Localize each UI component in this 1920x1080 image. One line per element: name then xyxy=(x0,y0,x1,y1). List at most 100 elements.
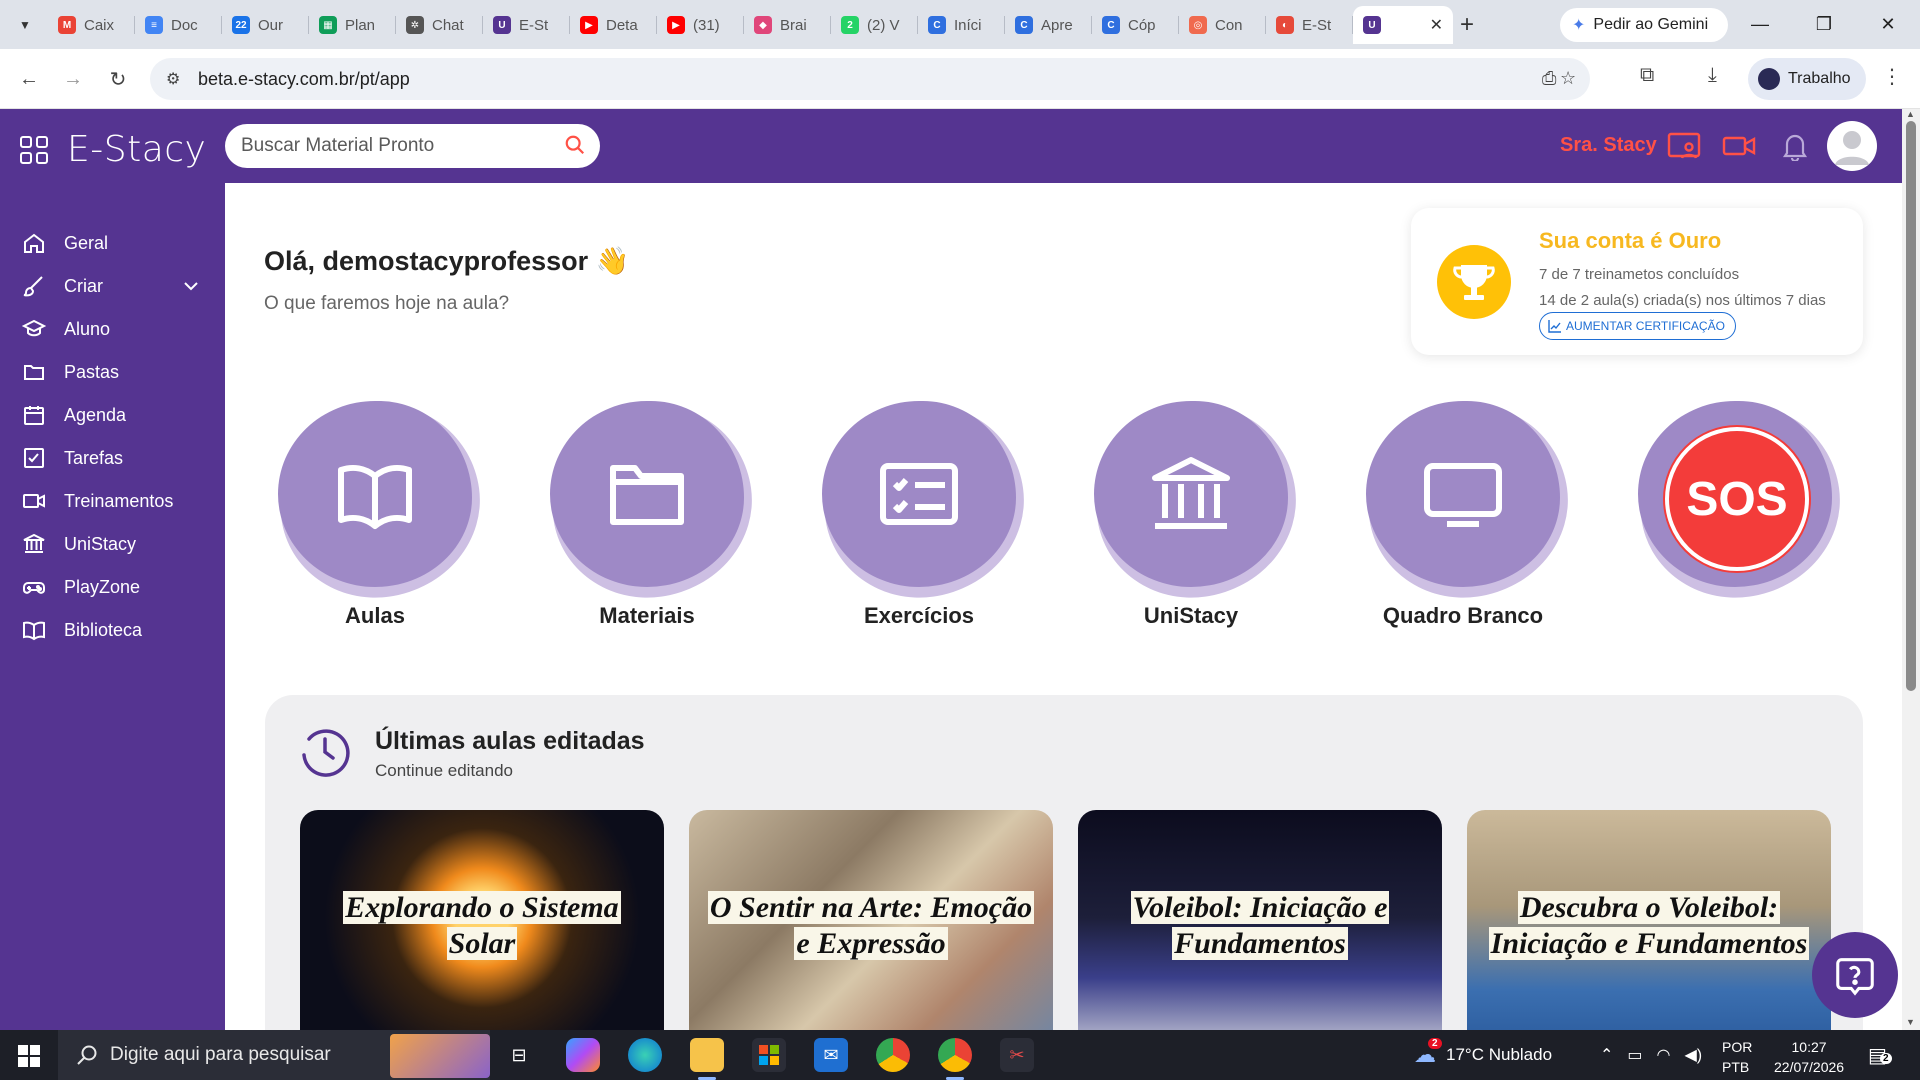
sidebar-item-tarefas[interactable]: Tarefas xyxy=(0,436,225,480)
bookmark-star-icon[interactable]: ☆ xyxy=(1560,68,1576,89)
browser-tab[interactable]: ◆ Brai xyxy=(744,6,831,44)
browser-tab[interactable]: U ✕ xyxy=(1353,6,1453,44)
quick-action-quadro-branco[interactable]: Quadro Branco xyxy=(1333,393,1581,628)
sidebar-item-treinamentos[interactable]: Treinamentos xyxy=(0,479,225,523)
scroll-up-arrow-icon[interactable]: ▲ xyxy=(1906,109,1915,119)
chrome-icon[interactable] xyxy=(876,1038,910,1072)
reload-icon[interactable]: ↻ xyxy=(103,64,133,94)
quick-action-label: Quadro Branco xyxy=(1382,603,1544,628)
sidebar-item-agenda[interactable]: Agenda xyxy=(0,393,225,437)
browser-tab[interactable]: ◐ E-St xyxy=(1266,6,1353,44)
user-name[interactable]: Sra. Stacy xyxy=(1560,134,1657,157)
search-input[interactable] xyxy=(241,134,561,158)
app-logo[interactable]: E-Stacy xyxy=(67,129,206,170)
browser-tab[interactable]: C Cóp xyxy=(1092,6,1179,44)
site-info-icon[interactable]: ⚙ xyxy=(166,69,180,89)
presentation-icon[interactable] xyxy=(1667,131,1701,161)
quick-action-materiais[interactable]: Materiais xyxy=(517,393,765,628)
taskbar-search-text: Digite aqui para pesquisar xyxy=(110,1044,331,1065)
sidebar-item-biblioteca[interactable]: Biblioteca xyxy=(0,608,225,652)
profile-button[interactable]: Trabalho xyxy=(1748,58,1866,100)
browser-tab[interactable]: M Caix xyxy=(48,6,135,44)
restore-icon[interactable]: ❐ xyxy=(1792,0,1856,49)
weather-widget[interactable]: ☁ 2 17°C Nublado xyxy=(1414,1030,1552,1080)
tab-title: Doc xyxy=(171,16,198,34)
lesson-card[interactable]: Voleibol: Iniciação e Fundamentos xyxy=(1078,810,1442,1030)
omnibox[interactable]: ⚙ beta.e-stacy.com.br/pt/app ⎙ ☆ xyxy=(150,58,1590,100)
recent-lessons-panel: Últimas aulas editadas Continue editando… xyxy=(265,695,1863,1030)
minimize-icon[interactable]: — xyxy=(1728,0,1792,49)
quick-action-exercicios[interactable]: Exercícios xyxy=(789,393,1037,628)
outlook-icon[interactable]: ✉ xyxy=(814,1038,848,1072)
tab-search-chevron-icon[interactable]: ▼ xyxy=(12,12,38,38)
sos-button[interactable]: SOS xyxy=(1605,393,1853,623)
tab-title: Plan xyxy=(345,16,376,34)
video-camera-icon[interactable] xyxy=(1722,131,1756,161)
input-language[interactable]: POR PTB xyxy=(1722,1037,1752,1077)
lesson-card[interactable]: Explorando o Sistema Solar xyxy=(300,810,664,1030)
quick-action-aulas[interactable]: Aulas xyxy=(245,393,493,628)
browser-tab[interactable]: ◎ Con xyxy=(1179,6,1266,44)
browser-tab[interactable]: 2 (2) V xyxy=(831,6,918,44)
page-scrollbar[interactable]: ▲ ▼ xyxy=(1902,109,1920,1030)
snipping-tool-icon[interactable]: ✂ xyxy=(1000,1038,1034,1072)
edge-icon[interactable] xyxy=(628,1038,662,1072)
url-text[interactable]: beta.e-stacy.com.br/pt/app xyxy=(198,69,410,90)
tab-title: Iníci xyxy=(954,16,982,34)
taskbar-search[interactable]: Digite aqui para pesquisar xyxy=(58,1030,490,1080)
sidebar-item-unistacy[interactable]: UniStacy xyxy=(0,522,225,566)
install-app-icon[interactable]: ⎙ xyxy=(1542,68,1556,89)
forward-arrow-icon[interactable]: → xyxy=(58,64,88,94)
battery-icon[interactable]: ▭ xyxy=(1627,1045,1642,1065)
scrollbar-thumb[interactable] xyxy=(1906,121,1916,691)
browser-tab[interactable]: ▶ (31) xyxy=(657,6,744,44)
new-tab-button[interactable]: + xyxy=(1452,10,1482,40)
increase-certification-button[interactable]: AUMENTAR CERTIFICAÇÃO xyxy=(1539,312,1736,340)
close-tab-icon[interactable]: ✕ xyxy=(1430,15,1443,35)
browser-tab[interactable]: ▶ Deta xyxy=(570,6,657,44)
volume-icon[interactable]: ◀) xyxy=(1685,1045,1703,1065)
recent-lessons-subtitle: Continue editando xyxy=(375,761,514,780)
quick-action-label: Materiais xyxy=(599,603,695,628)
file-explorer-icon[interactable] xyxy=(690,1038,724,1080)
notification-bell-icon[interactable] xyxy=(1778,131,1812,161)
search-icon[interactable] xyxy=(564,134,586,156)
copilot-icon[interactable] xyxy=(566,1038,600,1072)
browser-menu-icon[interactable]: ⋮ xyxy=(1882,64,1902,89)
avatar[interactable] xyxy=(1827,121,1877,171)
chrome-profile-icon[interactable] xyxy=(938,1038,972,1080)
lesson-card[interactable]: Descubra o Voleibol: Iniciação e Fundame… xyxy=(1467,810,1831,1030)
browser-tab[interactable]: C Apre xyxy=(1005,6,1092,44)
close-window-icon[interactable]: ✕ xyxy=(1856,0,1920,49)
downloads-icon[interactable]: ⤓ xyxy=(1708,64,1717,87)
ms-store-icon[interactable] xyxy=(752,1038,786,1072)
windows-start-icon[interactable] xyxy=(18,1045,40,1067)
extensions-icon[interactable]: ⧉ xyxy=(1640,64,1654,87)
quick-action-unistacy[interactable]: UniStacy xyxy=(1061,393,1309,628)
browser-tab[interactable]: C Iníci xyxy=(918,6,1005,44)
help-button[interactable] xyxy=(1812,932,1898,1018)
browser-tab[interactable]: ▦ Plan xyxy=(309,6,396,44)
sidebar-item-aluno[interactable]: Aluno xyxy=(0,307,225,351)
back-arrow-icon[interactable]: ← xyxy=(14,64,44,94)
quick-action-label: Aulas xyxy=(345,603,405,628)
sidebar-item-geral[interactable]: Geral xyxy=(0,221,225,265)
browser-tab[interactable]: ✲ Chat xyxy=(396,6,483,44)
chevron-down-icon[interactable] xyxy=(183,278,199,294)
sidebar-item-criar[interactable]: Criar xyxy=(0,264,225,308)
scroll-down-arrow-icon[interactable]: ▼ xyxy=(1906,1017,1915,1027)
taskbar-clock[interactable]: 10:27 22/07/2026 xyxy=(1774,1037,1844,1077)
sidebar-item-label: PlayZone xyxy=(64,576,141,597)
notification-center-icon[interactable]: ▤ 2 xyxy=(1868,1030,1892,1080)
browser-tab[interactable]: 22 Our xyxy=(222,6,309,44)
wifi-icon[interactable]: ◠ xyxy=(1657,1045,1671,1065)
lesson-card[interactable]: O Sentir na Arte: Emoção e Expressão xyxy=(689,810,1053,1030)
sidebar-item-pastas[interactable]: Pastas xyxy=(0,350,225,394)
tray-chevron-up-icon[interactable]: ⌃ xyxy=(1600,1045,1613,1065)
task-view-icon[interactable]: ⊟ xyxy=(502,1038,536,1072)
browser-tab[interactable]: ≡ Doc xyxy=(135,6,222,44)
browser-tab[interactable]: U E-St xyxy=(483,6,570,44)
sidebar-item-playzone[interactable]: PlayZone xyxy=(0,565,225,609)
gemini-button[interactable]: ✦ Pedir ao Gemini xyxy=(1560,8,1728,42)
apps-grid-icon[interactable] xyxy=(20,136,48,164)
